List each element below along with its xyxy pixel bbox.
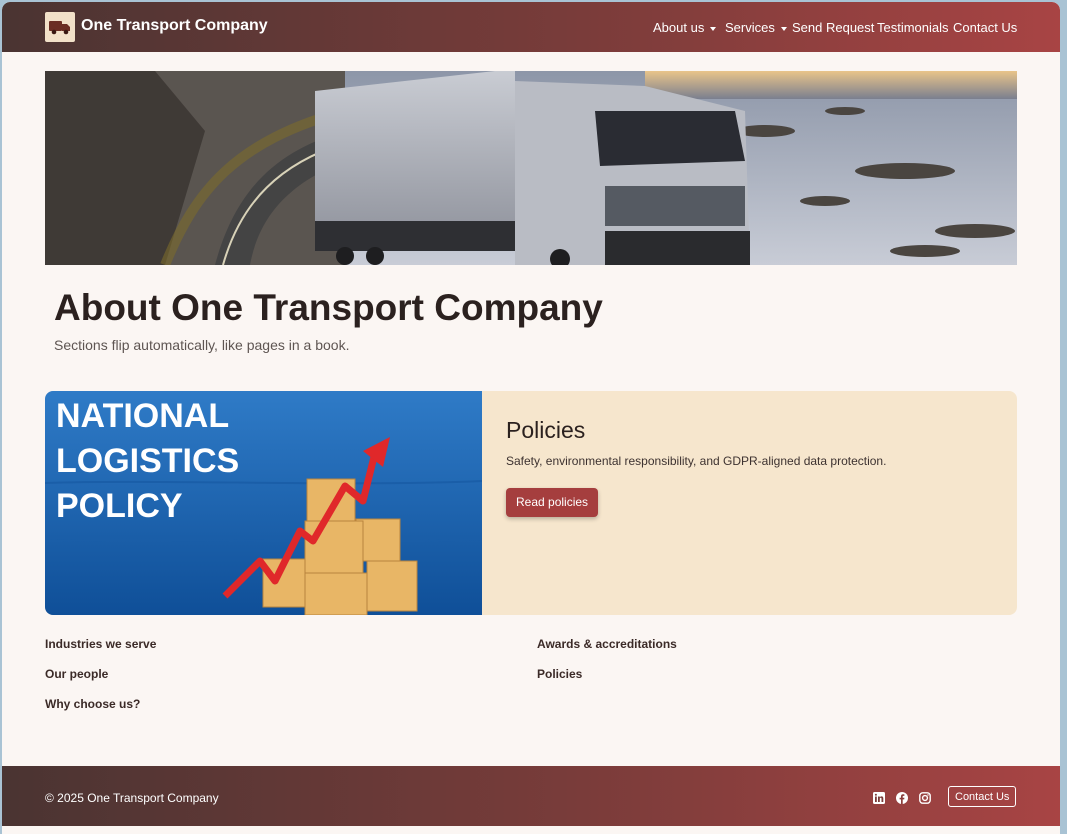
nav-contact-us[interactable]: Contact Us xyxy=(953,20,1017,35)
page-subtitle: Sections flip automatically, like pages … xyxy=(54,337,350,353)
section-link-policies[interactable]: Policies xyxy=(537,667,582,681)
image-text-line-3: POLICY xyxy=(56,487,183,525)
top-navbar: One Transport Company About us Services … xyxy=(2,2,1060,52)
logistics-policy-image: NATIONAL LOGISTICS POLICY xyxy=(45,391,483,615)
section-link-our-people[interactable]: Our people xyxy=(45,667,108,681)
footer-contact-button[interactable]: Contact Us xyxy=(948,786,1017,807)
linkedin-icon[interactable] xyxy=(873,792,885,804)
instagram-icon[interactable] xyxy=(919,792,931,804)
hero-image xyxy=(45,71,1017,265)
section-link-awards[interactable]: Awards & accreditations xyxy=(537,637,677,651)
caret-down-icon xyxy=(780,26,787,31)
image-text-line-2: LOGISTICS xyxy=(56,442,239,480)
caret-down-icon xyxy=(710,26,717,31)
card-title: Policies xyxy=(506,417,586,443)
section-link-why-choose-us[interactable]: Why choose us? xyxy=(45,697,140,711)
nav-services-label: Services xyxy=(725,20,775,35)
section-link-industries[interactable]: Industries we serve xyxy=(45,637,156,651)
truck-icon[interactable] xyxy=(45,12,75,42)
nav-testimonials[interactable]: Testimonials xyxy=(877,20,949,35)
image-text-line-1: NATIONAL xyxy=(56,397,229,435)
copyright-text: © 2025 One Transport Company xyxy=(45,791,219,805)
policies-card: NATIONAL LOGISTICS POLICY Policies Safet… xyxy=(45,391,1017,615)
nav-services[interactable]: Services xyxy=(725,20,787,35)
footer: © 2025 One Transport Company Contact Us xyxy=(2,766,1060,826)
facebook-icon[interactable] xyxy=(896,792,908,804)
brand-name[interactable]: One Transport Company xyxy=(81,17,268,35)
page-frame: One Transport Company About us Services … xyxy=(2,2,1060,834)
nav-about-us-label: About us xyxy=(653,20,705,35)
nav-about-us[interactable]: About us xyxy=(653,20,717,35)
nav-send-request[interactable]: Send Request xyxy=(792,20,874,35)
read-policies-button[interactable]: Read policies xyxy=(506,488,599,517)
page-title: About One Transport Company xyxy=(54,287,603,328)
card-description: Safety, environmental responsibility, an… xyxy=(506,454,887,468)
